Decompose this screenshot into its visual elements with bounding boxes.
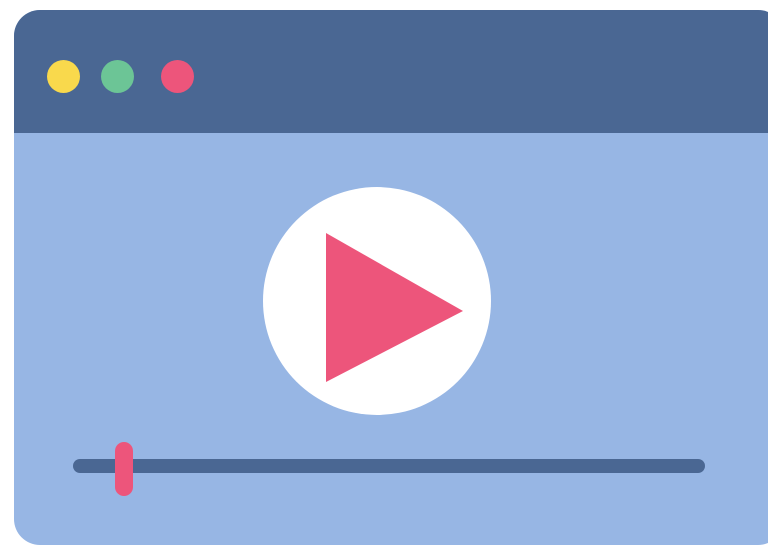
progress-track[interactable] (73, 459, 705, 473)
progress-handle[interactable] (114, 442, 133, 496)
window-titlebar (14, 10, 768, 133)
play-triangle (326, 233, 463, 382)
window-dot-yellow[interactable] (47, 60, 80, 93)
play-icon (326, 233, 463, 382)
window-dot-green[interactable] (101, 60, 134, 93)
play-button[interactable] (263, 187, 491, 415)
window-dot-red[interactable] (161, 60, 194, 93)
video-player-window (14, 10, 768, 545)
